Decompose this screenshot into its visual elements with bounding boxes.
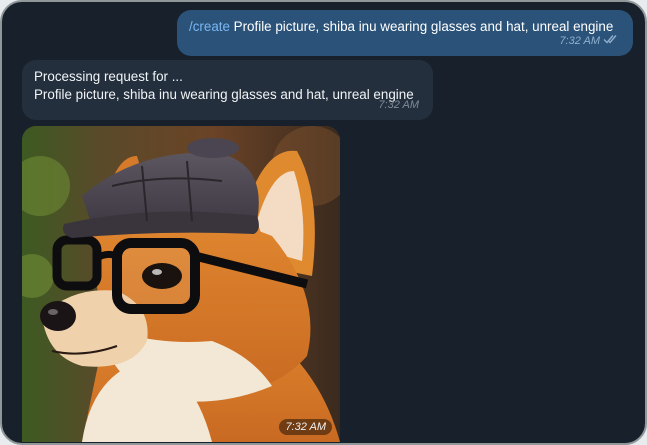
- outgoing-message-meta: 7:32 AM: [559, 32, 619, 50]
- command-link[interactable]: /create: [189, 19, 230, 34]
- outgoing-message[interactable]: /create Profile picture, shiba inu weari…: [177, 10, 633, 56]
- double-check-icon: [603, 32, 619, 50]
- incoming-message[interactable]: Processing request for ... Profile pictu…: [22, 60, 433, 120]
- outgoing-message-text: Profile picture, shiba inu wearing glass…: [229, 19, 614, 34]
- shiba-image-message[interactable]: 7:32 AM: [22, 126, 340, 442]
- shiba-inu-image: [22, 126, 340, 442]
- incoming-message-time: 7:32 AM: [378, 99, 419, 111]
- chat-window: /create Profile picture, shiba inu weari…: [0, 0, 647, 445]
- incoming-message-line-1: Processing request for ...: [34, 69, 183, 84]
- outgoing-message-time: 7:32 AM: [559, 35, 600, 47]
- incoming-message-line-2: Profile picture, shiba inu wearing glass…: [34, 87, 414, 102]
- image-message-time: 7:32 AM: [279, 419, 332, 435]
